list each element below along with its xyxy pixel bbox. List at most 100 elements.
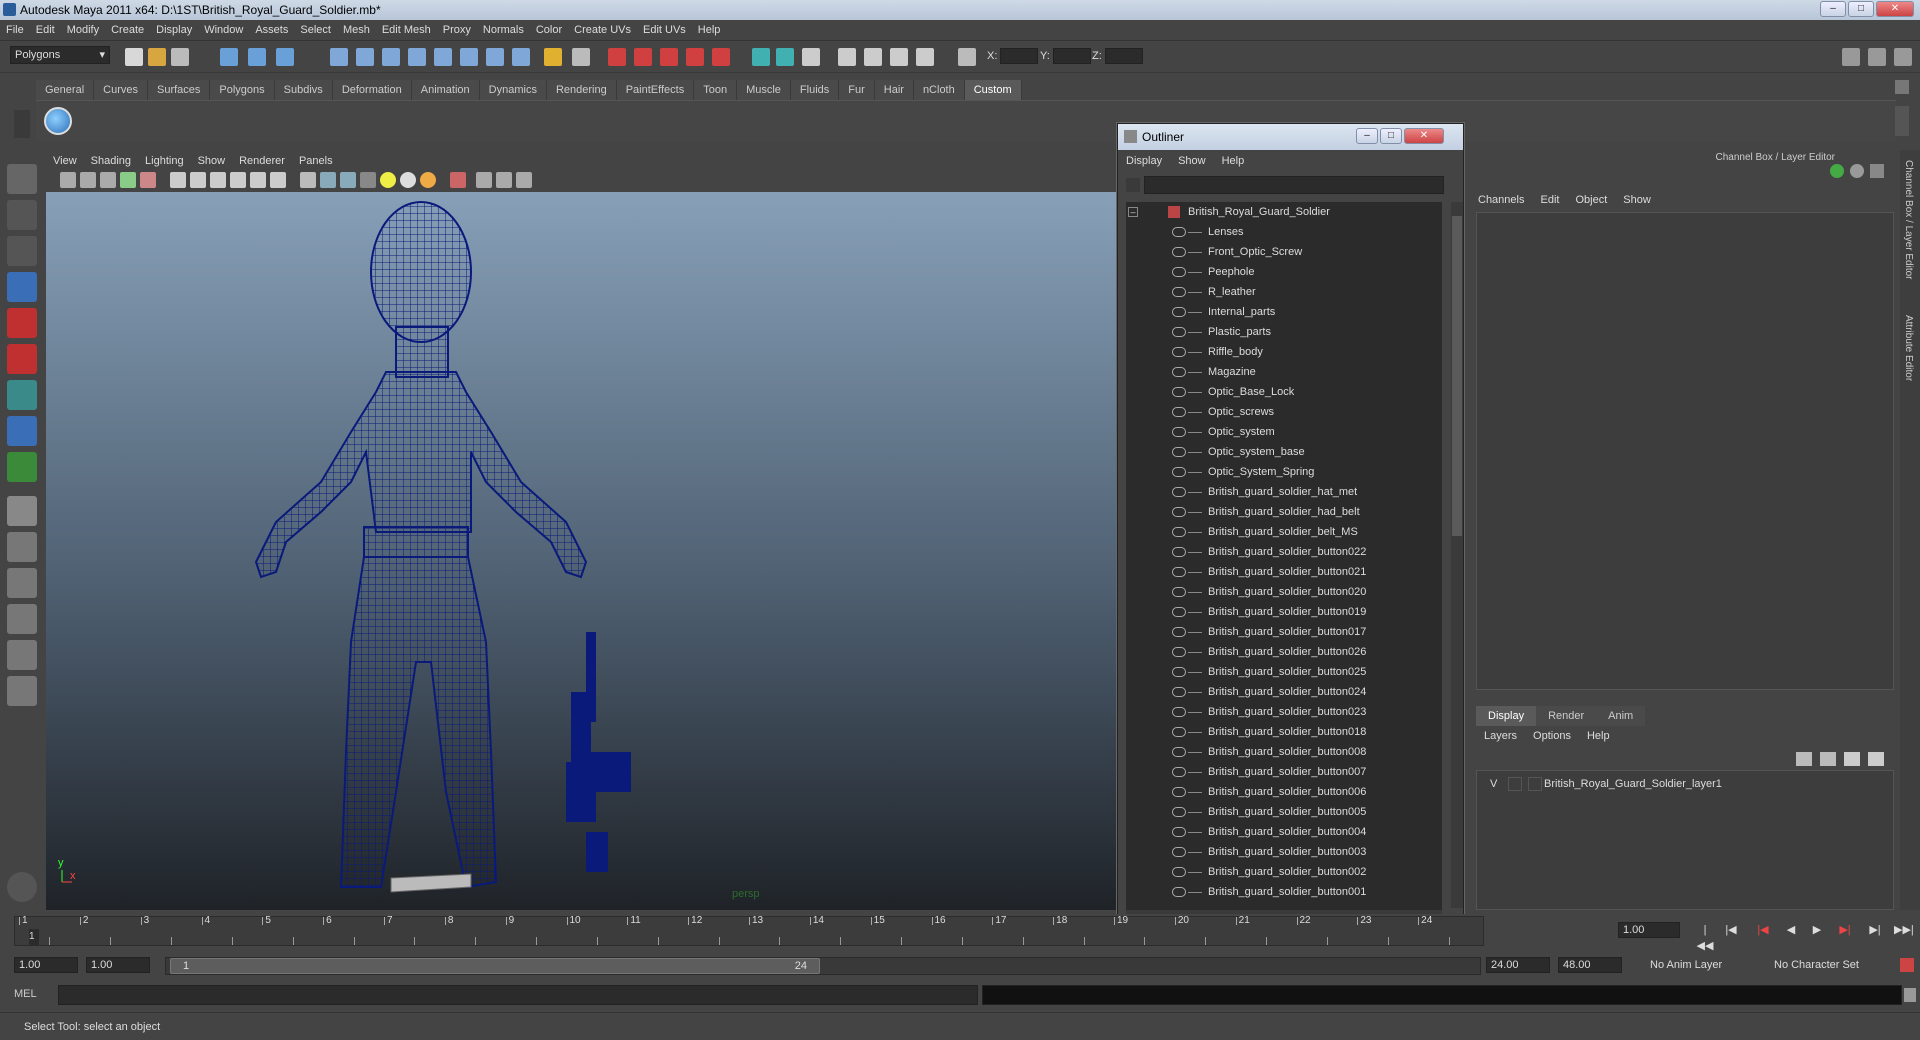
- outliner-persp-layout-icon[interactable]: [7, 568, 37, 598]
- menu-normals[interactable]: Normals: [477, 20, 530, 41]
- go-to-end-icon[interactable]: ▶▶|: [1894, 922, 1914, 938]
- outliner-item[interactable]: Optic_system_base: [1126, 442, 1442, 462]
- select-tool-icon[interactable]: [7, 164, 37, 194]
- outliner-maximize-button[interactable]: □: [1380, 128, 1402, 144]
- play-backwards-icon[interactable]: ◀: [1782, 922, 1800, 938]
- shelf-tab-ncloth[interactable]: nCloth: [913, 80, 965, 100]
- shelf-scroll-icon[interactable]: [1895, 106, 1909, 136]
- outliner-item[interactable]: British_guard_soldier_button023: [1126, 702, 1442, 722]
- menu-file[interactable]: File: [0, 20, 30, 41]
- tool-shortcut-icon[interactable]: [7, 872, 37, 902]
- viewport-menu-panels[interactable]: Panels: [292, 152, 340, 170]
- shelf-tab-toon[interactable]: Toon: [694, 80, 738, 100]
- open-scene-icon[interactable]: [148, 48, 166, 66]
- image-plane-icon[interactable]: [120, 172, 136, 188]
- channel-box-menu-channels[interactable]: Channels: [1470, 190, 1532, 210]
- shelf-tab-muscle[interactable]: Muscle: [737, 80, 791, 100]
- new-layer-selected-icon[interactable]: [1820, 752, 1836, 766]
- manipulator-tool-icon[interactable]: [7, 380, 37, 410]
- new-layer-icon[interactable]: [1796, 752, 1812, 766]
- checkmark-shelf-icon[interactable]: [44, 107, 72, 135]
- manipulator-icon[interactable]: [1830, 164, 1844, 178]
- move-layer-up-icon[interactable]: [1844, 752, 1860, 766]
- channel-box-menu-edit[interactable]: Edit: [1532, 190, 1567, 210]
- outliner-item[interactable]: Magazine: [1126, 362, 1442, 382]
- render-view-icon[interactable]: [712, 48, 730, 66]
- perspective-viewport[interactable]: y x: [46, 192, 1120, 910]
- texture-icon[interactable]: [360, 172, 376, 188]
- single-perspective-layout-icon[interactable]: [7, 496, 37, 526]
- command-input[interactable]: [58, 985, 978, 1005]
- menu-assets[interactable]: Assets: [249, 20, 294, 41]
- input-line-icon[interactable]: [752, 48, 770, 66]
- shelf-tab-fluids[interactable]: Fluids: [790, 80, 840, 100]
- outliner-item[interactable]: British_guard_soldier_button002: [1126, 862, 1442, 882]
- outliner-item[interactable]: British_guard_soldier_belt_MS: [1126, 522, 1442, 542]
- z-field[interactable]: [1105, 48, 1143, 64]
- film-gate-icon[interactable]: [140, 172, 156, 188]
- anim-layer-dropdown[interactable]: No Anim Layer: [1630, 957, 1758, 973]
- snap-point-icon[interactable]: [382, 48, 400, 66]
- grid-icon[interactable]: [170, 172, 186, 188]
- layer-tab-display[interactable]: Display: [1476, 706, 1537, 726]
- xray-joints-icon[interactable]: [496, 172, 512, 188]
- component-xray-icon[interactable]: [516, 172, 532, 188]
- auto-key-icon[interactable]: [1900, 958, 1914, 972]
- select-hierarchy-icon[interactable]: [220, 48, 238, 66]
- camera-select-icon[interactable]: [60, 172, 76, 188]
- shadows-icon[interactable]: [420, 172, 436, 188]
- layer-tab-render[interactable]: Render: [1536, 706, 1597, 726]
- outliner-item[interactable]: British_guard_soldier_had_belt: [1126, 502, 1442, 522]
- layer-color-swatch[interactable]: [1528, 777, 1542, 791]
- move-tool-icon[interactable]: [7, 272, 37, 302]
- shelf-tab-dynamics[interactable]: Dynamics: [479, 80, 547, 100]
- outliner-item[interactable]: British_guard_soldier_button018: [1126, 722, 1442, 742]
- pin-icon[interactable]: [1870, 164, 1884, 178]
- select-by-name-icon[interactable]: [776, 48, 794, 66]
- side-tab-attribute-editor[interactable]: Attribute Editor: [1903, 315, 1914, 381]
- bookmark-icon[interactable]: [100, 172, 116, 188]
- viewport-menu-lighting[interactable]: Lighting: [138, 152, 191, 170]
- outliner-item[interactable]: British_guard_soldier_button025: [1126, 662, 1442, 682]
- save-scene-icon[interactable]: [171, 48, 189, 66]
- field-chart-icon[interactable]: [210, 172, 226, 188]
- step-forward-frame-icon[interactable]: ▶|: [1836, 922, 1854, 938]
- layout-icon-2[interactable]: [1868, 48, 1886, 66]
- outliner-menu-help[interactable]: Help: [1214, 150, 1253, 172]
- collapse-icon[interactable]: –: [1128, 207, 1138, 217]
- current-frame-marker[interactable]: 1: [29, 929, 39, 945]
- outliner-menu-display[interactable]: Display: [1118, 150, 1170, 172]
- snap-curve-icon[interactable]: [356, 48, 374, 66]
- graph-persp-layout-icon[interactable]: [7, 604, 37, 634]
- shelf-tab-fur[interactable]: Fur: [839, 80, 875, 100]
- go-to-start-icon[interactable]: |◀◀: [1696, 922, 1714, 952]
- layer-menu-options[interactable]: Options: [1525, 726, 1579, 746]
- move-layer-down-icon[interactable]: [1868, 752, 1884, 766]
- menu-edit-uvs[interactable]: Edit UVs: [637, 20, 692, 41]
- attribute-editor-toggle-icon[interactable]: [802, 48, 820, 66]
- render-icon[interactable]: [608, 48, 626, 66]
- outliner-item[interactable]: Front_Optic_Screw: [1126, 242, 1442, 262]
- select-component-icon[interactable]: [276, 48, 294, 66]
- filter-icon[interactable]: [1126, 178, 1140, 192]
- shelf-tab-painteffects[interactable]: PaintEffects: [616, 80, 695, 100]
- hypershade-persp-layout-icon[interactable]: [7, 640, 37, 670]
- layer-row[interactable]: V British_Royal_Guard_Soldier_layer1: [1480, 774, 1890, 794]
- menu-set-dropdown[interactable]: Polygons ▾: [10, 46, 110, 64]
- layer-type-toggle[interactable]: [1508, 777, 1522, 791]
- x-field[interactable]: [1000, 48, 1038, 64]
- shelf-tab-deformation[interactable]: Deformation: [332, 80, 412, 100]
- layer-editor-icon[interactable]: [890, 48, 908, 66]
- outliner-item[interactable]: British_guard_soldier_button024: [1126, 682, 1442, 702]
- outliner-item[interactable]: British_guard_soldier_button026: [1126, 642, 1442, 662]
- outliner-item[interactable]: British_guard_soldier_hat_met: [1126, 482, 1442, 502]
- animation-start-field[interactable]: 1.00: [14, 957, 78, 973]
- shelf-tab-custom[interactable]: Custom: [964, 80, 1022, 100]
- shelf-tab-polygons[interactable]: Polygons: [210, 80, 275, 100]
- outliner-item[interactable]: Optic_system: [1126, 422, 1442, 442]
- outliner-item[interactable]: Plastic_parts: [1126, 322, 1442, 342]
- outliner-item[interactable]: British_guard_soldier_button021: [1126, 562, 1442, 582]
- outliner-scroll-thumb[interactable]: [1452, 216, 1462, 536]
- step-forward-key-icon[interactable]: ▶|: [1866, 922, 1884, 938]
- channel-box-menu-object[interactable]: Object: [1567, 190, 1615, 210]
